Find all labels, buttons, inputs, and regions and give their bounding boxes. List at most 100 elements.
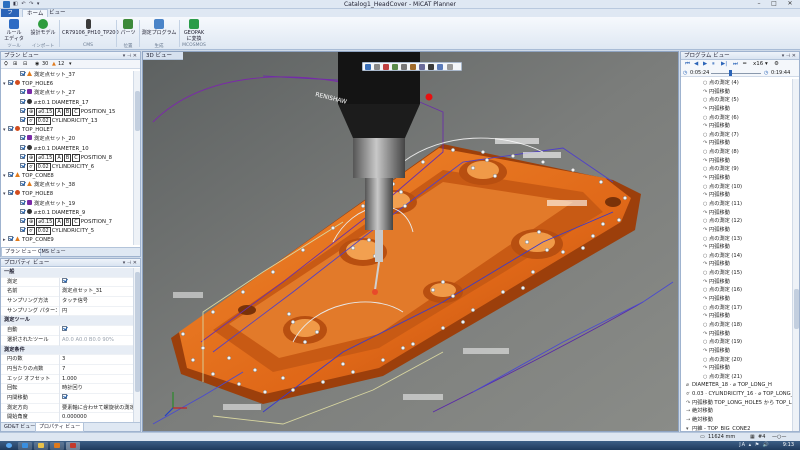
measurement-point[interactable] bbox=[537, 229, 542, 234]
property-checkbox[interactable] bbox=[62, 326, 67, 332]
settings-icon[interactable]: ⚙ bbox=[774, 61, 779, 68]
program-item[interactable]: ⌀ DIAMETER_18 · ⌀ TOP_LONG_H bbox=[681, 381, 793, 390]
probe-view-icon[interactable] bbox=[419, 64, 425, 70]
program-item[interactable]: → 絶対移動 bbox=[681, 407, 793, 416]
tree-checkbox[interactable] bbox=[8, 236, 13, 242]
property-value[interactable]: 3 bbox=[59, 355, 134, 365]
property-category[interactable]: 一般 bbox=[1, 268, 134, 278]
tree-checkbox[interactable] bbox=[20, 227, 25, 233]
program-item[interactable]: ⌭ 0.03 · CYLINDRICITY_16 · ⌀ TOP_LONG_ bbox=[681, 390, 793, 399]
maximize-icon[interactable]: □ bbox=[767, 0, 781, 8]
clock[interactable]: 9:13 bbox=[783, 442, 794, 448]
parts-button[interactable]: パーツ bbox=[119, 19, 137, 36]
tree-item[interactable]: ▾ TOP_CONE8 bbox=[1, 172, 134, 181]
program-item[interactable]: ↷ 円弧移動 bbox=[681, 278, 793, 287]
program-item[interactable]: ↷ 円弧移動 bbox=[681, 191, 793, 200]
tree-item[interactable]: ▾ TOP_HOLE7 bbox=[1, 126, 134, 135]
tree-checkbox[interactable] bbox=[20, 144, 25, 150]
program-item[interactable]: ↷ 円弧移動 bbox=[681, 260, 793, 269]
tree-item[interactable]: ⊕ ⌀0.15 A B C POSITION_8 bbox=[1, 153, 134, 163]
measurement-point[interactable] bbox=[300, 247, 305, 252]
pin-icon[interactable]: ▾ ⊣ ✕ bbox=[782, 52, 796, 60]
measurement-point[interactable] bbox=[471, 308, 476, 313]
tree-item[interactable]: ⊕ ⌀0.15 A B C POSITION_15 bbox=[1, 107, 134, 117]
tree-checkbox[interactable] bbox=[20, 107, 25, 113]
program-item[interactable]: ↷ 円弧移動 bbox=[681, 330, 793, 339]
program-item[interactable]: → 絶対移動 bbox=[681, 416, 793, 425]
measurement-point[interactable] bbox=[531, 269, 536, 274]
program-item[interactable]: ↷ 円弧移動 bbox=[681, 243, 793, 252]
measurement-point[interactable] bbox=[403, 203, 408, 208]
program-item[interactable]: ○ 点の測定 (13) bbox=[681, 235, 793, 244]
program-item[interactable]: ○ 点の測定 (18) bbox=[681, 321, 793, 330]
properties-scrollbar[interactable] bbox=[133, 268, 140, 423]
measurement-point[interactable] bbox=[525, 239, 530, 244]
tree-checkbox[interactable] bbox=[8, 126, 13, 132]
section-icon[interactable] bbox=[383, 64, 389, 70]
speed-value[interactable]: x16 bbox=[753, 61, 763, 68]
tree-item[interactable]: ▾ TOP_HOLE8 bbox=[1, 190, 134, 199]
tree-item[interactable]: ⌀±0.1 DIAMETER_10 bbox=[1, 144, 134, 154]
program-item[interactable]: ↷ 円弧移動 bbox=[681, 122, 793, 131]
zoom-slider-icon[interactable]: —○— bbox=[772, 434, 786, 441]
tab-cms-view[interactable]: CMS ビュー bbox=[35, 248, 69, 257]
measurement-point[interactable] bbox=[320, 380, 325, 385]
measurement-point[interactable] bbox=[541, 159, 546, 164]
scroll-thumb[interactable] bbox=[135, 91, 140, 131]
tree-item[interactable]: 測定点セット_19 bbox=[1, 199, 134, 209]
measurement-point[interactable] bbox=[421, 159, 426, 164]
tree-item[interactable]: ⌭ 0.02 CYLINDRICITY_6 bbox=[1, 162, 134, 172]
program-item[interactable]: ↷ 円弧移動 bbox=[681, 347, 793, 356]
skip-end-icon[interactable]: ⏭ bbox=[733, 61, 738, 68]
program-item[interactable]: ○ 点の測定 (21) bbox=[681, 373, 793, 382]
measurement-point[interactable] bbox=[441, 326, 446, 331]
rule-editor-button[interactable]: ルール エディタ bbox=[3, 19, 25, 42]
program-item[interactable]: ↷ 円弧移動 bbox=[681, 209, 793, 218]
timeline-scrubber[interactable] bbox=[729, 70, 732, 76]
program-item[interactable]: ○ 点の測定 (5) bbox=[681, 96, 793, 105]
measurement-point[interactable] bbox=[501, 289, 506, 294]
speed-slider-icon[interactable]: ━ bbox=[743, 61, 746, 68]
model-scene[interactable]: RENISHAW bbox=[143, 52, 679, 432]
step-back-icon[interactable]: ◀ bbox=[694, 61, 698, 68]
program-item[interactable]: ○ 点の測定 (7) bbox=[681, 131, 793, 140]
program-item[interactable]: ↷ 円弧移動 bbox=[681, 226, 793, 235]
tree-item[interactable]: ⊕ ⌀0.15 A B C POSITION_7 bbox=[1, 218, 134, 227]
measurement-point[interactable] bbox=[471, 165, 476, 170]
property-value[interactable]: 1.000 bbox=[59, 374, 134, 385]
fit-icon[interactable] bbox=[401, 64, 407, 70]
collapse-icon[interactable]: ⊟ bbox=[23, 61, 27, 68]
tree-item[interactable]: 測定点セット_27 bbox=[1, 89, 134, 98]
measurement-point[interactable] bbox=[380, 358, 385, 363]
program-item[interactable]: ↷ 円弧移動 bbox=[681, 105, 793, 114]
view-3d-panel[interactable]: 3D ビュー RENISHAW bbox=[142, 51, 679, 432]
tree-checkbox[interactable] bbox=[20, 71, 25, 76]
tree-checkbox[interactable] bbox=[8, 190, 13, 196]
tree-checkbox[interactable] bbox=[20, 153, 25, 159]
measure-icon[interactable] bbox=[410, 64, 416, 70]
tab-gdt-view[interactable]: GD&T ビュー bbox=[1, 423, 38, 432]
dropdown-icon[interactable]: ▾ bbox=[69, 61, 72, 68]
tree-checkbox[interactable] bbox=[20, 162, 25, 168]
measurement-point[interactable] bbox=[493, 173, 498, 178]
program-item[interactable]: ○ 点の測定 (10) bbox=[681, 183, 793, 192]
start-orb[interactable] bbox=[2, 442, 16, 450]
explorer-icon[interactable] bbox=[34, 441, 48, 450]
measurement-point[interactable] bbox=[617, 217, 622, 222]
step-forward-icon[interactable]: ▶| bbox=[721, 61, 727, 68]
program-item[interactable]: ↷ 円弧移動 TOP_LONG_HOLE5 から TOP_L bbox=[681, 399, 793, 408]
measurement-point[interactable] bbox=[441, 279, 446, 284]
measurement-point[interactable] bbox=[330, 225, 335, 230]
property-value[interactable]: A0.0 A0.0 B0.0 90% bbox=[59, 335, 134, 346]
measurement-point[interactable] bbox=[280, 376, 285, 381]
play-icon[interactable]: ▶ bbox=[703, 61, 707, 68]
measurement-point[interactable] bbox=[411, 342, 416, 347]
visibility-icon[interactable] bbox=[392, 64, 398, 70]
property-checkbox[interactable] bbox=[62, 277, 67, 283]
system-tray[interactable]: JA ▴ ⚑ 🔊 bbox=[739, 442, 770, 448]
tree-checkbox[interactable] bbox=[20, 98, 25, 104]
more-icon[interactable] bbox=[447, 64, 453, 70]
render-icon[interactable] bbox=[374, 64, 380, 70]
plan-scrollbar[interactable] bbox=[133, 71, 140, 245]
measurement-point[interactable] bbox=[286, 312, 291, 317]
